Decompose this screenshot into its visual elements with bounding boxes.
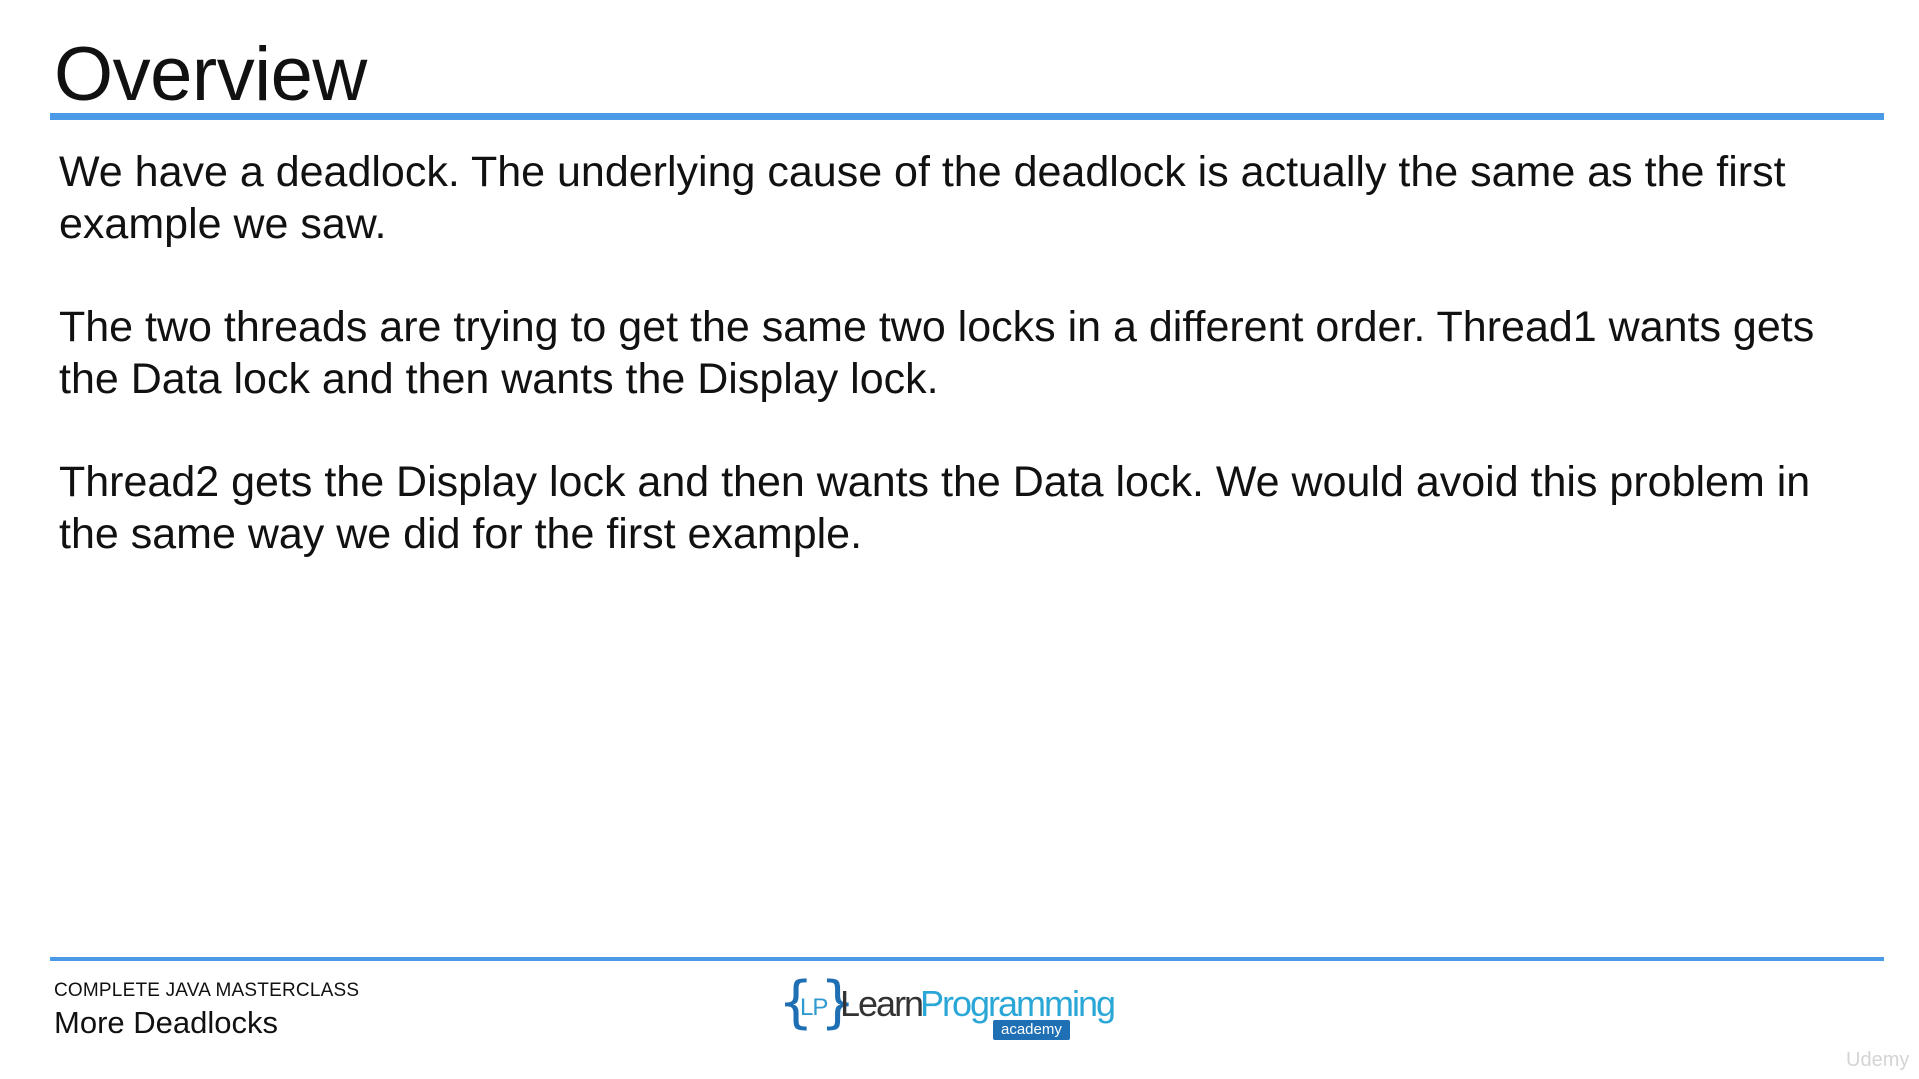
title-divider — [50, 113, 1884, 120]
paragraph-2: The two threads are trying to get the sa… — [59, 303, 1815, 403]
paragraph-1: We have a deadlock. The underlying cause… — [59, 148, 1786, 248]
logo-academy-badge: academy — [993, 1020, 1070, 1040]
slide: Overview We have a deadlock. The underly… — [0, 0, 1919, 1079]
learnprogramming-logo: { LP } Learn Programming academy — [778, 974, 1116, 1042]
footer-divider — [50, 957, 1884, 961]
logo-word-learn: Learn — [840, 983, 924, 1024]
slide-title: Overview — [54, 32, 367, 117]
lecture-title: More Deadlocks — [54, 1005, 278, 1040]
course-name: COMPLETE JAVA MASTERCLASS — [54, 980, 360, 1001]
udemy-watermark: Udemy — [1846, 1049, 1910, 1071]
slide-body: We have a deadlock. The underlying cause… — [59, 146, 1859, 611]
paragraph-3: Thread2 gets the Display lock and then w… — [59, 458, 1811, 558]
logo-word-programming: Programming — [920, 983, 1116, 1024]
